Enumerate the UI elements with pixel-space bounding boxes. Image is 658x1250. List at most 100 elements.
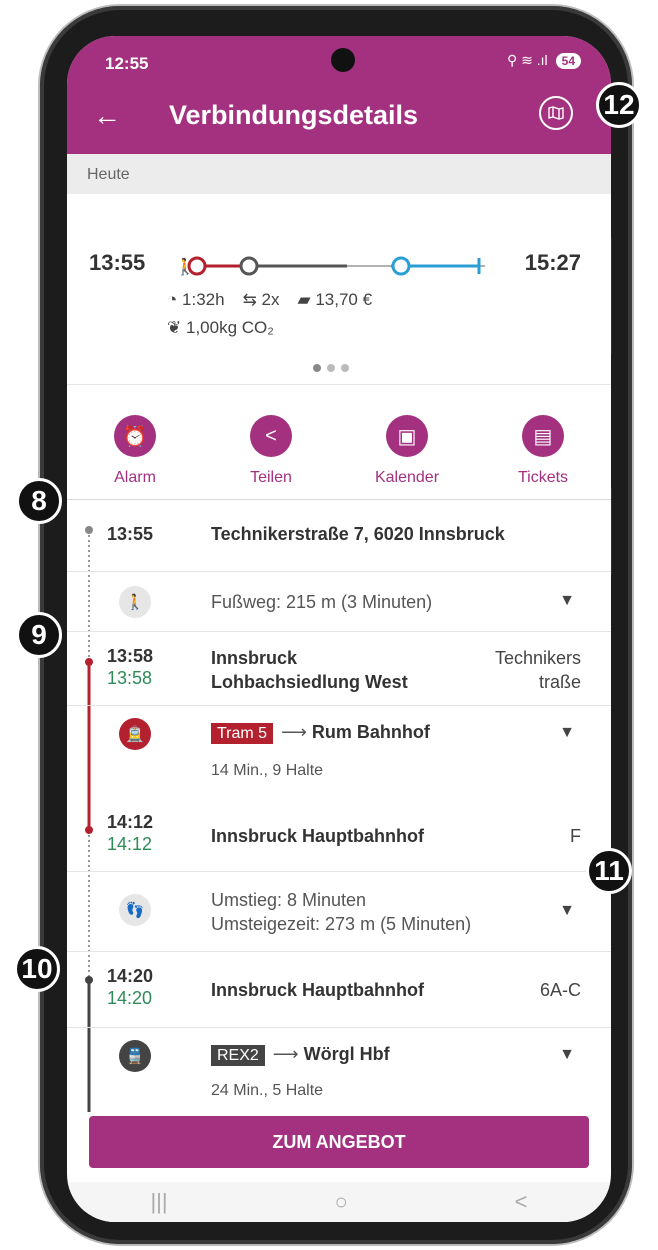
chevron-down-icon[interactable]: ▼ xyxy=(559,724,575,742)
stop-name: Technikerstraße 7, 6020 Innsbruck xyxy=(211,524,505,544)
stop-realtime: 13:58 xyxy=(107,668,153,688)
walk-text: Fußweg: 215 m (3 Minuten) xyxy=(211,592,433,612)
transfers-item: ⇆ 2x xyxy=(243,290,280,310)
callout-badge-9: 9 xyxy=(16,612,62,658)
tram-line-badge: Tram 5 xyxy=(211,723,274,744)
chevron-down-icon[interactable]: ▼ xyxy=(559,1046,575,1064)
transfer-row[interactable]: 👣 Umstieg: 8 Minuten Umsteigezeit: 273 m … xyxy=(67,872,611,952)
alarm-button[interactable]: ⏰ Alarm xyxy=(80,415,190,499)
stop-row-origin[interactable]: 13:55 Technikerstraße 7, 6020 Innsbruck xyxy=(67,500,611,572)
calendar-button[interactable]: ▣ Kalender xyxy=(352,415,462,499)
alarm-label: Alarm xyxy=(114,469,156,486)
train-icon: 🚆 xyxy=(119,1040,151,1072)
stop-time: 14:12 xyxy=(107,812,154,832)
status-time: 12:55 xyxy=(105,54,149,73)
stop-realtime: 14:12 xyxy=(107,834,153,854)
walk-icon: 🚶 xyxy=(119,586,151,618)
status-icons: ⚲ ≋ .ıl 54 xyxy=(507,52,581,69)
arrow-icon: ⟶ xyxy=(281,722,307,742)
clock-icon: ◔ xyxy=(167,290,178,309)
stop-platform: 6A-C xyxy=(539,980,581,1000)
calendar-label: Kalender xyxy=(374,469,440,486)
summary-meta: ◔ 1:32h ⇆ 2x ▰ 13,70 € xyxy=(167,290,372,310)
stop-row-hbf-arrival[interactable]: 14:12 14:12 Innsbruck Hauptbahnhof F xyxy=(67,806,611,872)
share-button[interactable]: < Teilen xyxy=(216,415,326,499)
tram-leg-row[interactable]: 🚊 Tram 5 ⟶ Rum Bahnhof 14 Min., 9 Halte ▼ xyxy=(67,706,611,806)
arrow-icon: ⟶ xyxy=(272,1044,299,1064)
stop-time: 13:55 xyxy=(107,524,154,544)
stop-time: 14:20 xyxy=(107,966,154,986)
ticket-icon: ▰ xyxy=(297,290,311,309)
page-dot-active xyxy=(313,364,321,372)
tram-icon: 🚊 xyxy=(119,718,151,750)
transfer-text: Umstieg: 8 Minuten Umsteigezeit: 273 m (5… xyxy=(211,890,472,934)
duration-value: 1:32h xyxy=(182,290,225,309)
home-button[interactable]: ○ xyxy=(334,1189,347,1215)
stop-name: Innsbruck Hauptbahnhof xyxy=(211,826,424,846)
page-dot xyxy=(327,364,335,372)
train-icon xyxy=(391,256,411,276)
stop-name: Innsbruck Hauptbahnhof xyxy=(211,980,424,1000)
stop-row-hbf-departure[interactable]: 14:20 14:20 Innsbruck Hauptbahnhof 6A-C xyxy=(67,952,611,1028)
train-destination: Wörgl Hbf xyxy=(303,1044,390,1064)
share-label: Teilen xyxy=(250,469,292,486)
summary-arrival: 15:27 xyxy=(524,250,581,275)
page-dot xyxy=(341,364,349,372)
leaf-icon: ❦ xyxy=(167,318,182,337)
map-button[interactable] xyxy=(539,96,573,130)
footsteps-icon: 👣 xyxy=(119,894,151,926)
connection-summary[interactable]: 13:55 🚶 15:27 ◔ 1:32h ⇆ 2x ▰ 13,70 € ❦ 1… xyxy=(67,194,611,384)
stop-platform: Technikers traße xyxy=(494,648,581,692)
journey-timeline: 13:55 Technikerstraße 7, 6020 Innsbruck … xyxy=(67,500,611,1112)
train-line-info: REX2 ⟶ Wörgl Hbf xyxy=(211,1042,390,1068)
front-camera xyxy=(331,48,355,72)
action-bar: ⏰ Alarm < Teilen ▣ Kalender ▤ Tickets xyxy=(67,384,611,500)
stop-name: Innsbruck Lohbachsiedlung West xyxy=(211,648,408,692)
duration-item: ◔ 1:32h xyxy=(167,290,225,310)
bus-icon xyxy=(239,256,259,276)
chevron-down-icon[interactable]: ▼ xyxy=(559,902,575,920)
route-overview-bar: 🚶 xyxy=(175,256,485,276)
stop-row-lohbach[interactable]: 13:58 13:58 Innsbruck Lohbachsiedlung Wes… xyxy=(67,632,611,706)
zum-angebot-button[interactable]: ZUM ANGEBOT xyxy=(89,1116,589,1168)
page-dots xyxy=(313,364,349,372)
tickets-icon: ▤ xyxy=(522,415,564,457)
price-value: 13,70 € xyxy=(315,290,373,309)
app-screen: 12:55 ⚲ ≋ .ıl 54 ← Verbindungsdetails He… xyxy=(67,36,611,1222)
day-header: Heute xyxy=(67,154,611,194)
callout-badge-8: 8 xyxy=(16,478,62,524)
train-leg-row[interactable]: 🚆 REX2 ⟶ Wörgl Hbf 24 Min., 5 Halte ▼ xyxy=(67,1028,611,1112)
chevron-down-icon[interactable]: ▼ xyxy=(559,592,575,610)
system-back-button[interactable]: < xyxy=(515,1189,528,1215)
callout-badge-11: 11 xyxy=(586,848,632,894)
train-line-badge: REX2 xyxy=(211,1045,265,1066)
recents-button[interactable]: ||| xyxy=(150,1189,167,1215)
summary-departure: 13:55 xyxy=(89,250,146,275)
co2-item: ❦ 1,00kg CO₂ xyxy=(167,318,274,338)
calendar-icon: ▣ xyxy=(386,415,428,457)
tickets-label: Tickets xyxy=(517,469,569,486)
co2-value: 1,00kg CO₂ xyxy=(185,318,274,337)
callout-badge-12: 12 xyxy=(596,82,642,128)
stop-realtime: 14:20 xyxy=(107,988,153,1008)
signal-icons: ⚲ ≋ .ıl xyxy=(506,52,548,68)
tickets-button[interactable]: ▤ Tickets xyxy=(488,415,598,499)
walk-leg-row[interactable]: 🚶 Fußweg: 215 m (3 Minuten) ▼ xyxy=(67,572,611,632)
page-title: Verbindungsdetails xyxy=(169,100,419,130)
tram-destination: Rum Bahnhof xyxy=(311,722,430,742)
tram-duration: 14 Min., 9 Halte xyxy=(211,762,324,779)
map-icon xyxy=(548,106,564,120)
stop-platform: F xyxy=(570,826,581,846)
back-button[interactable]: ← xyxy=(93,100,121,132)
tram-icon xyxy=(187,256,207,276)
tram-line-info: Tram 5 ⟶ Rum Bahnhof xyxy=(211,720,430,746)
train-duration: 24 Min., 5 Halte xyxy=(211,1082,324,1099)
alarm-icon: ⏰ xyxy=(114,415,156,457)
transfers-value: 2x xyxy=(261,290,280,309)
system-nav-bar: ||| ○ < xyxy=(67,1182,611,1222)
price-item: ▰ 13,70 € xyxy=(298,290,373,310)
stop-time: 13:58 xyxy=(107,646,154,666)
share-icon: < xyxy=(250,415,292,457)
transfer-icon: ⇆ xyxy=(242,290,257,309)
battery-icon: 54 xyxy=(555,52,581,69)
